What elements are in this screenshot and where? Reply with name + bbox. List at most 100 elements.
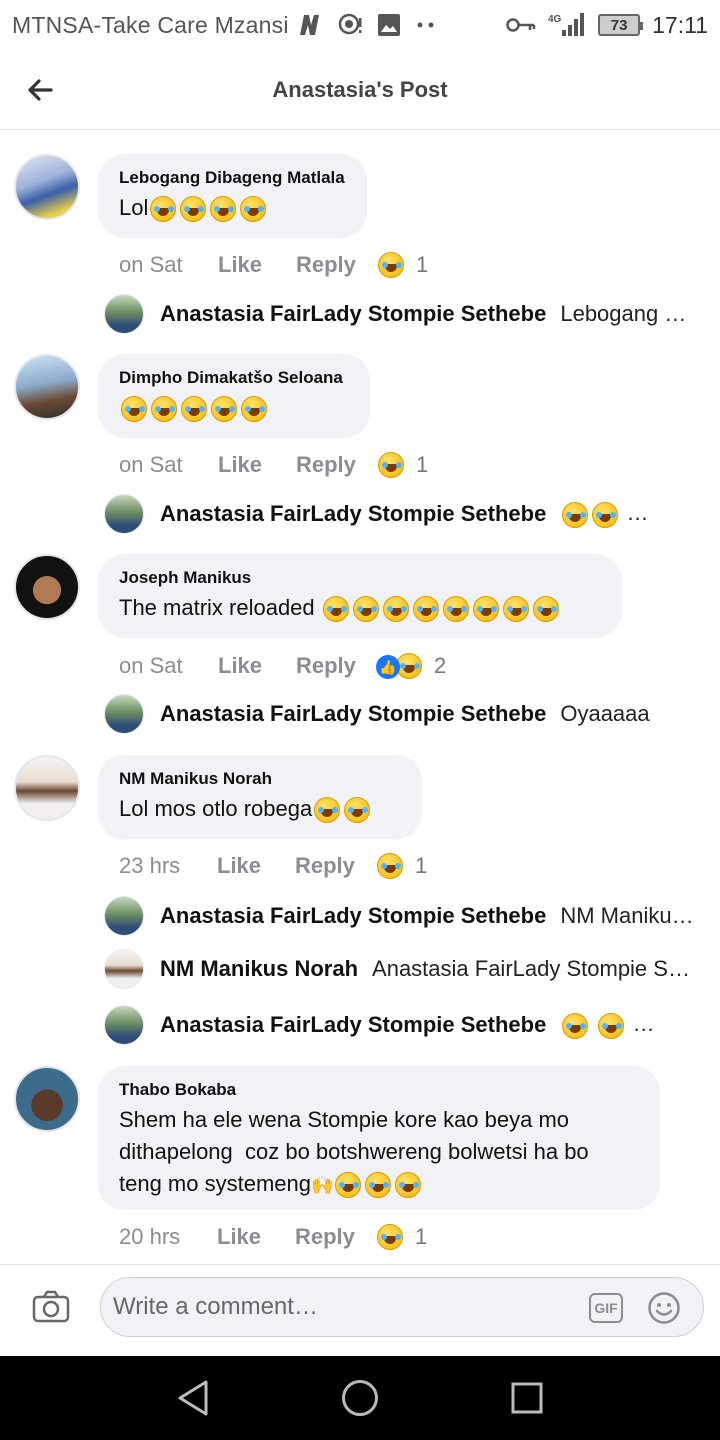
avatar xyxy=(104,494,144,534)
key-icon xyxy=(506,16,536,34)
haha-reaction-icon xyxy=(378,452,404,478)
comment-bubble: Thabo Bokaba Shem ha ele wena Stompie ko… xyxy=(98,1066,660,1210)
carrier-name: MTNSA-Take Care Mzansi xyxy=(12,11,289,38)
back-button[interactable] xyxy=(22,72,58,108)
emoji-icon xyxy=(180,196,207,223)
emoji-icon xyxy=(210,196,237,223)
like-reaction-icon: 👍 xyxy=(376,655,400,679)
emoji-icon xyxy=(562,1012,589,1039)
comment-author[interactable]: Dimpho Dimakatšo Seloana xyxy=(119,368,348,388)
reply-preview[interactable]: NM Manikus Norah Anastasia FairLady Stom… xyxy=(104,949,694,989)
raised-hands-icon: 🙌 xyxy=(310,1175,334,1195)
reaction-summary[interactable]: 1 xyxy=(375,1224,427,1250)
reaction-count: 1 xyxy=(416,452,429,477)
reply-author: Anastasia FairLady Stompie Sethebe xyxy=(160,1012,547,1037)
avatar xyxy=(104,896,144,936)
emoji-icon xyxy=(592,501,619,528)
battery-indicator: 73 xyxy=(598,14,644,36)
emoji-icon xyxy=(502,596,529,623)
emoji-icon xyxy=(382,596,409,623)
comment-text-content: Lol xyxy=(119,195,149,220)
comment-text-content: The matrix reloaded xyxy=(119,595,321,620)
status-bar: MTNSA-Take Care Mzansi 4G 73 17:11 xyxy=(0,0,720,50)
like-button[interactable]: Like xyxy=(218,252,296,278)
reply-button[interactable]: Reply xyxy=(296,252,376,278)
comment-time: on Sat xyxy=(119,252,183,277)
nav-back-button[interactable] xyxy=(171,1376,215,1420)
avatar[interactable] xyxy=(14,1066,80,1132)
back-arrow-icon xyxy=(28,79,53,101)
avatar xyxy=(104,1005,144,1045)
gif-button[interactable]: GIF xyxy=(589,1293,623,1323)
reaction-count: 1 xyxy=(416,252,429,277)
emoji-icon xyxy=(352,596,379,623)
emoji-icon xyxy=(335,1172,362,1199)
comment-time: on Sat xyxy=(119,652,183,678)
avatar[interactable] xyxy=(14,755,80,821)
emoji-icon xyxy=(562,501,589,528)
comment-author[interactable]: NM Manikus Norah xyxy=(119,769,400,789)
emoji-icon xyxy=(121,396,147,423)
reply-author: Anastasia FairLady Stompie Sethebe xyxy=(160,301,547,326)
reply-button[interactable]: Reply xyxy=(295,853,375,879)
reply-preview[interactable]: Anastasia FairLady Stompie Sethebe NM Ma… xyxy=(104,896,694,936)
reaction-summary[interactable]: 1 xyxy=(376,452,428,478)
emoji-icon xyxy=(532,596,559,623)
square-recents-icon xyxy=(511,1382,543,1414)
reaction-summary[interactable]: 👍 2 xyxy=(376,652,446,680)
comment-actions: on Sat Like Reply 1 xyxy=(119,452,428,478)
emoji-icon xyxy=(442,596,469,623)
reaction-summary[interactable]: 1 xyxy=(376,252,428,278)
avatar[interactable] xyxy=(14,554,80,620)
like-button[interactable]: Like xyxy=(218,452,296,478)
emoji-icon xyxy=(150,196,177,223)
like-button[interactable]: Like xyxy=(218,653,296,679)
reply-text: … xyxy=(560,500,694,528)
like-button[interactable]: Like xyxy=(217,853,295,879)
comment-text: Lol xyxy=(119,192,345,224)
avatar[interactable] xyxy=(14,154,80,220)
camera-button[interactable] xyxy=(32,1289,72,1329)
nav-home-button[interactable] xyxy=(338,1376,382,1420)
reply-author: Anastasia FairLady Stompie Sethebe xyxy=(160,701,547,726)
emoji-icon xyxy=(181,396,207,423)
comment-bubble: Lebogang Dibageng Matlala Lol xyxy=(98,154,367,238)
reply-text: … xyxy=(560,1011,694,1039)
clock: 17:11 xyxy=(652,11,708,38)
comment-author[interactable]: Joseph Manikus xyxy=(119,568,600,588)
netflix-n-icon xyxy=(297,13,323,37)
reaction-count: 1 xyxy=(415,853,428,878)
emoji-icon xyxy=(240,196,267,223)
reply-preview[interactable]: Anastasia FairLady Stompie Sethebe … xyxy=(104,1005,694,1045)
comment-text xyxy=(119,392,348,424)
circle-home-icon xyxy=(341,1380,378,1416)
nav-recents-button[interactable] xyxy=(505,1376,549,1420)
comment-text: The matrix reloaded xyxy=(119,592,600,624)
reply-button[interactable]: Reply xyxy=(296,452,376,478)
comment-author[interactable]: Thabo Bokaba xyxy=(119,1080,638,1100)
dots-icon xyxy=(415,20,437,30)
reaction-count: 1 xyxy=(415,1224,428,1249)
reply-preview[interactable]: Anastasia FairLady Stompie Sethebe … xyxy=(104,494,694,534)
reply-text: Oyaaaaa xyxy=(560,701,650,726)
reply-preview[interactable]: Anastasia FairLady Stompie Sethebe Lebog… xyxy=(104,294,694,334)
comment-input[interactable] xyxy=(113,1293,573,1321)
comment-time: 23 hrs xyxy=(119,853,181,878)
system-nav-bar xyxy=(0,1356,720,1440)
comment-text: Shem ha ele wena Stompie kore kao beya m… xyxy=(119,1104,638,1201)
haha-reaction-icon xyxy=(377,853,403,879)
reply-preview[interactable]: Anastasia FairLady Stompie Sethebe Oyaaa… xyxy=(104,694,694,734)
comment-input-wrapper: GIF xyxy=(100,1277,704,1337)
emoji-icon xyxy=(365,1172,392,1199)
emoji-icon xyxy=(412,596,439,623)
reaction-summary[interactable]: 1 xyxy=(375,853,427,879)
avatar xyxy=(104,294,144,334)
comment-author[interactable]: Lebogang Dibageng Matlala xyxy=(119,168,345,188)
reply-button[interactable]: Reply xyxy=(296,653,376,679)
like-button[interactable]: Like xyxy=(217,1224,295,1250)
avatar[interactable] xyxy=(14,354,80,420)
emoji-button[interactable] xyxy=(647,1291,681,1325)
reply-button[interactable]: Reply xyxy=(295,1224,375,1250)
comment-bubble: Joseph Manikus The matrix reloaded xyxy=(98,554,622,638)
comment-actions: 20 hrs Like Reply 1 xyxy=(119,1224,427,1250)
